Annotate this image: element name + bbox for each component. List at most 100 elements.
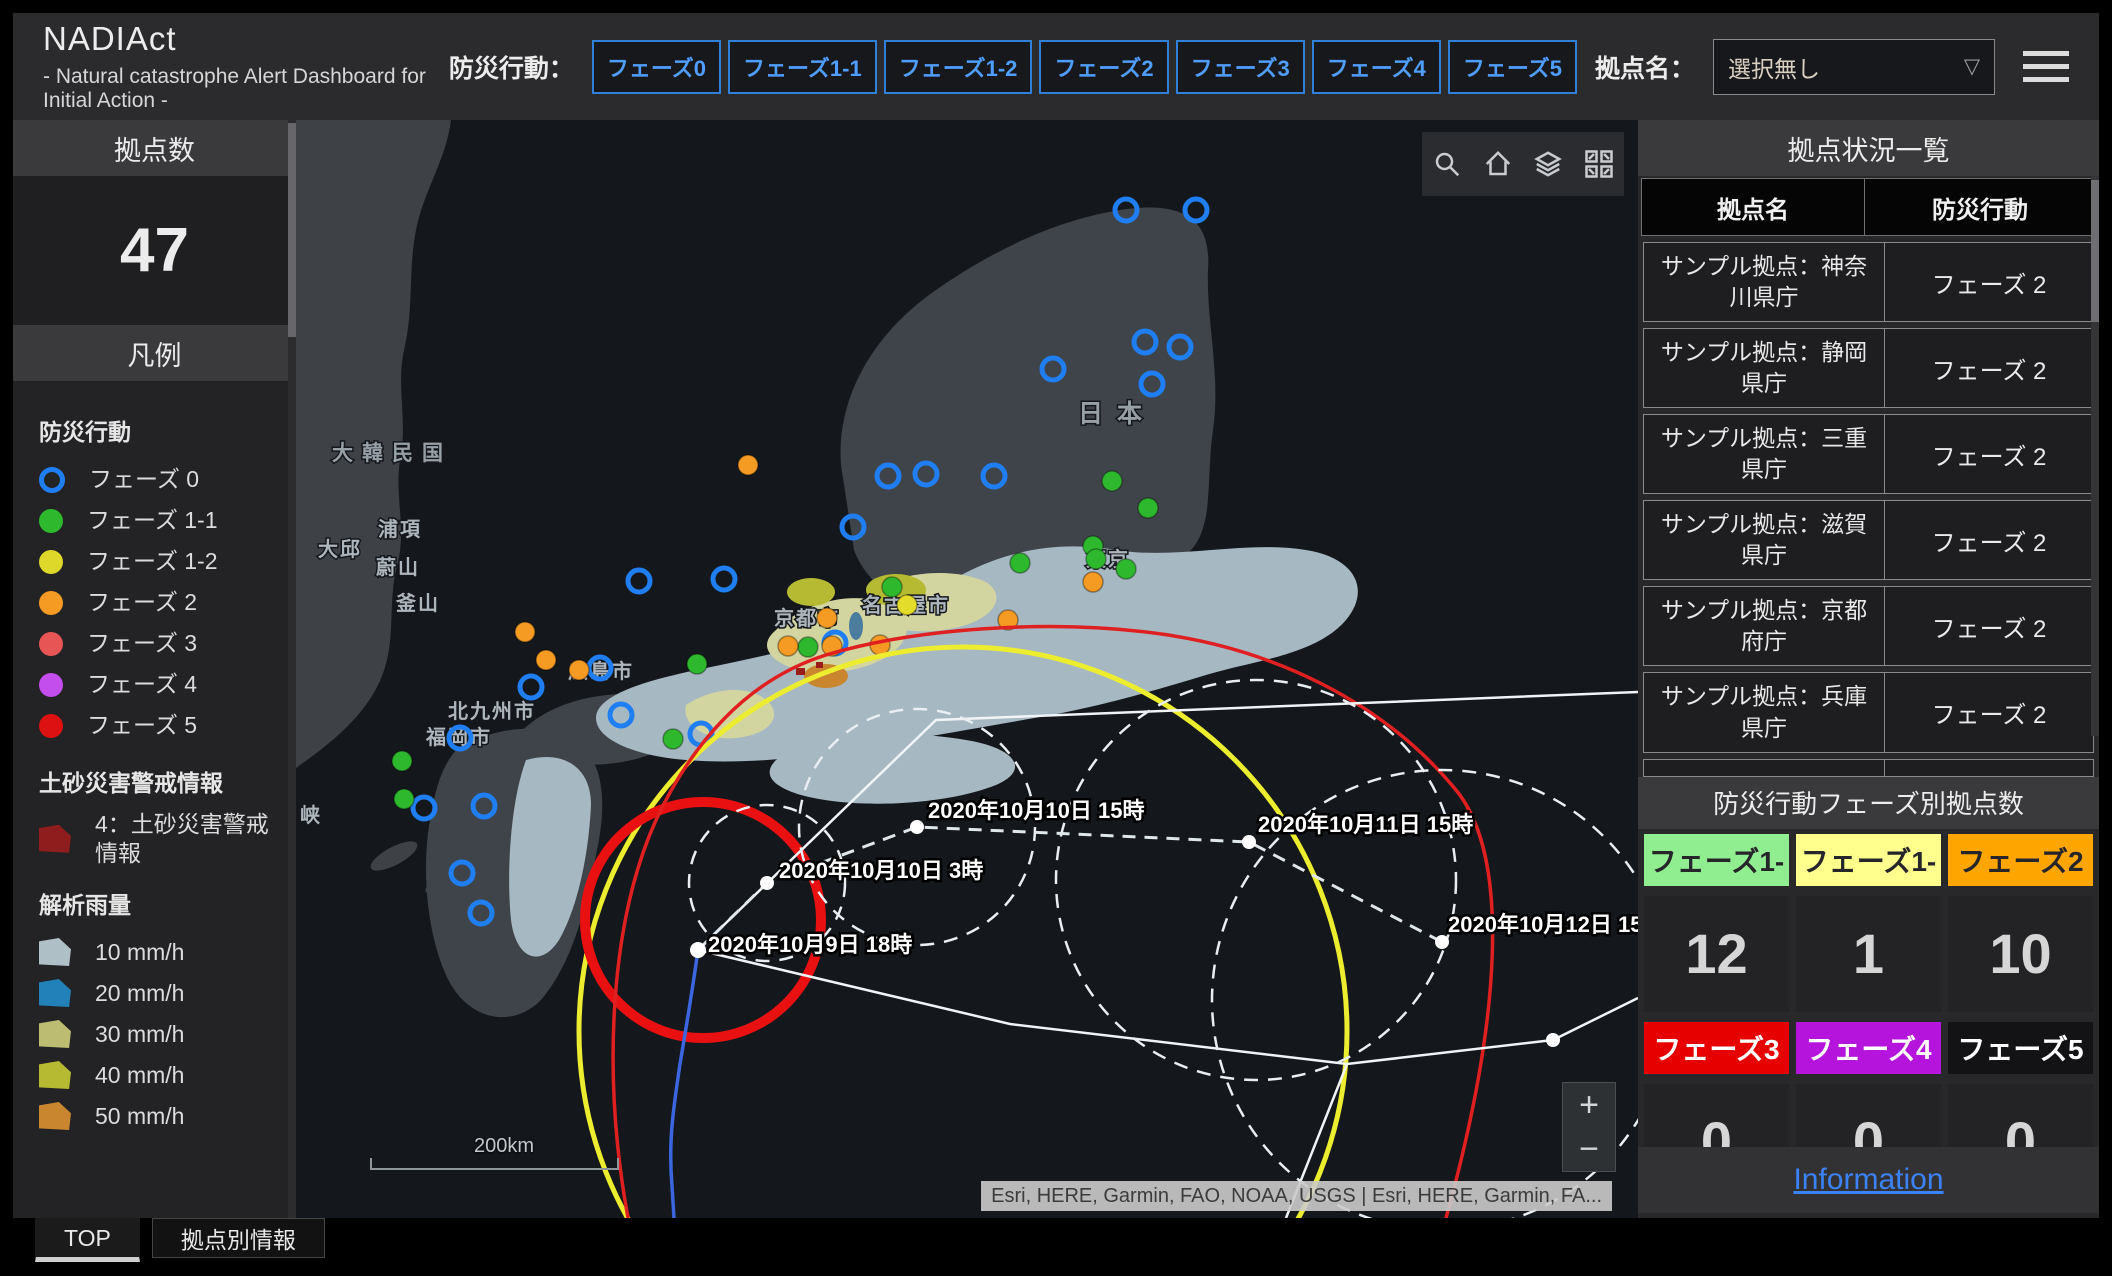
site-marker[interactable] xyxy=(738,455,758,475)
legend-item: フェーズ 4 xyxy=(39,664,296,705)
column-header-phase: 防災行動 xyxy=(1865,179,2095,235)
phase-filter-label: 防災行動： xyxy=(449,49,574,85)
zoom-in-button[interactable]: + xyxy=(1563,1083,1615,1127)
phase-count-chip: フェーズ2 xyxy=(1948,834,2093,886)
phase-cell: フェーズ 2 xyxy=(1885,243,2093,321)
phase-count-value: 1 xyxy=(1796,896,1941,1012)
site-name-cell: サンプル拠点：三重県庁 xyxy=(1644,415,1885,493)
table-row[interactable]: サンプル拠点：神奈川県庁フェーズ 2 xyxy=(1643,242,2094,322)
information-link[interactable]: Information xyxy=(1793,1163,1943,1197)
legend-item-label: フェーズ 0 xyxy=(89,465,199,494)
site-marker[interactable] xyxy=(1010,553,1030,573)
panel-scrollbar-thumb[interactable] xyxy=(2091,180,2099,322)
area-swatch-icon xyxy=(39,938,71,966)
phase-filter-button[interactable]: フェーズ0 xyxy=(592,40,721,94)
area-swatch-icon xyxy=(39,1061,71,1089)
site-marker[interactable] xyxy=(392,751,412,771)
legend-item: フェーズ 0 xyxy=(39,459,296,500)
information-band: Information xyxy=(1638,1147,2099,1213)
phase-count-chip: フェーズ1- xyxy=(1796,834,1941,886)
site-count-value: 47 xyxy=(120,215,189,286)
table-row-partial[interactable] xyxy=(1643,759,2094,777)
map-place-label: 峡 xyxy=(300,803,322,827)
map-dosha-warning xyxy=(816,662,823,668)
map[interactable]: 大韓民国日本大邱浦項蔚山釜山広島市北九州市福岡市名古屋市京都市東京峡 2020年… xyxy=(296,120,1638,1218)
site-marker[interactable] xyxy=(882,577,902,597)
table-row[interactable]: サンプル拠点：静岡県庁フェーズ 2 xyxy=(1643,328,2094,408)
map-place-label: 大韓民国 xyxy=(332,441,452,465)
footer-tab-bar: TOP 拠点別情報 xyxy=(13,1218,2099,1263)
zoom-out-button[interactable]: − xyxy=(1563,1127,1615,1171)
status-panel: 拠点状況一覧 拠点名 防災行動 サンプル拠点：神奈川県庁フェーズ 2サンプル拠点… xyxy=(1638,120,2099,1218)
map-place-label: 日本 xyxy=(1078,400,1156,428)
typhoon-date-label: 2020年10月11日 15時 xyxy=(1258,812,1473,837)
map-place-label: 大邱 xyxy=(318,538,362,561)
menu-icon[interactable] xyxy=(2023,51,2069,82)
site-marker[interactable] xyxy=(663,729,683,749)
phase-filter-button[interactable]: フェーズ3 xyxy=(1176,40,1305,94)
site-marker[interactable] xyxy=(515,622,535,642)
table-row[interactable]: サンプル拠点：兵庫県庁フェーズ 2 xyxy=(1643,672,2094,752)
site-marker[interactable] xyxy=(798,637,818,657)
site-marker[interactable] xyxy=(817,608,837,628)
site-marker[interactable] xyxy=(1086,549,1106,569)
panel-scrollbar[interactable] xyxy=(2091,176,2099,736)
footer-tab-site-info[interactable]: 拠点別情報 xyxy=(152,1218,325,1258)
site-marker[interactable] xyxy=(1138,498,1158,518)
layers-icon[interactable] xyxy=(1531,147,1565,181)
site-marker[interactable] xyxy=(569,660,589,680)
site-marker[interactable] xyxy=(1116,559,1136,579)
brand: NADIAct - Natural catastrophe Alert Dash… xyxy=(43,20,449,113)
site-count-title: 拠点数 xyxy=(13,120,296,176)
legend-section-title: 土砂災害警戒情報 xyxy=(39,764,296,798)
phase-filter-button[interactable]: フェーズ1-2 xyxy=(884,40,1033,94)
map-lake xyxy=(849,612,863,640)
search-icon[interactable] xyxy=(1430,147,1464,181)
legend-item: フェーズ 3 xyxy=(39,623,296,664)
phase-counts-title: 防災行動フェーズ別拠点数 xyxy=(1638,777,2099,829)
site-marker[interactable] xyxy=(1083,572,1103,592)
table-row[interactable]: サンプル拠点：三重県庁フェーズ 2 xyxy=(1643,414,2094,494)
legend-item: 30 mm/h xyxy=(39,1014,296,1055)
phase-count-chip: フェーズ3 xyxy=(1644,1022,1789,1074)
table-row[interactable]: サンプル拠点：京都府庁フェーズ 2 xyxy=(1643,586,2094,666)
site-marker[interactable] xyxy=(394,789,414,809)
sidebar-scrollbar[interactable] xyxy=(288,120,296,1218)
map-canvas[interactable]: 大韓民国日本大邱浦項蔚山釜山広島市北九州市福岡市名古屋市京都市東京峡 2020年… xyxy=(296,120,1638,1218)
phase-count-chip: フェーズ4 xyxy=(1796,1022,1941,1074)
phase-dot-icon xyxy=(39,509,63,533)
home-icon[interactable] xyxy=(1481,147,1515,181)
site-marker[interactable] xyxy=(687,654,707,674)
table-row[interactable]: サンプル拠点：滋賀県庁フェーズ 2 xyxy=(1643,500,2094,580)
legend-item-label: 40 mm/h xyxy=(95,1061,184,1090)
sidebar-scrollbar-thumb[interactable] xyxy=(288,123,296,337)
site-marker[interactable] xyxy=(1102,471,1122,491)
phase-filter-button[interactable]: フェーズ1-1 xyxy=(728,40,877,94)
status-table-body: サンプル拠点：神奈川県庁フェーズ 2サンプル拠点：静岡県庁フェーズ 2サンプル拠… xyxy=(1638,242,2099,753)
legend-item: フェーズ 1-2 xyxy=(39,541,296,582)
site-marker[interactable] xyxy=(897,595,917,615)
phase-filter-button[interactable]: フェーズ5 xyxy=(1448,40,1577,94)
map-toolbar xyxy=(1422,132,1624,196)
site-marker[interactable] xyxy=(778,636,798,656)
site-select-value: 選択無し xyxy=(1728,50,1820,84)
phase-filter-button[interactable]: フェーズ2 xyxy=(1039,40,1168,94)
legend-item: フェーズ 5 xyxy=(39,705,296,746)
site-marker[interactable] xyxy=(536,650,556,670)
legend-item: 40 mm/h xyxy=(39,1055,296,1096)
phase-count-chip: フェーズ5 xyxy=(1948,1022,2093,1074)
map-place-label: 釜山 xyxy=(395,591,440,615)
phase-dot-icon xyxy=(39,714,63,738)
phase-filter-button[interactable]: フェーズ4 xyxy=(1312,40,1441,94)
site-select[interactable]: 選択無し ▽ xyxy=(1713,39,1995,95)
typhoon-date-label: 2020年10月12日 15時 xyxy=(1448,912,1638,937)
phase-filter-group: フェーズ0フェーズ1-1フェーズ1-2フェーズ2フェーズ3フェーズ4フェーズ5 xyxy=(592,40,1577,94)
footer-tab-top[interactable]: TOP xyxy=(35,1218,140,1262)
legend-sidebar: 拠点数 47 凡例 防災行動フェーズ 0フェーズ 1-1フェーズ 1-2フェーズ… xyxy=(13,120,296,1218)
dropdown-arrow-icon: ▽ xyxy=(1964,54,1980,79)
legend-item-label: 30 mm/h xyxy=(95,1020,184,1049)
fullscreen-icon[interactable] xyxy=(1582,147,1616,181)
typhoon-date-label: 2020年10月10日 15時 xyxy=(928,798,1144,823)
legend-item: 10 mm/h xyxy=(39,932,296,973)
site-name-cell: サンプル拠点：神奈川県庁 xyxy=(1644,243,1885,321)
